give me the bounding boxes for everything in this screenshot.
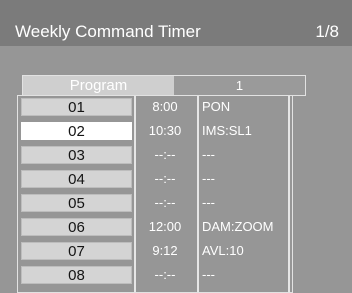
timer-row[interactable]: 04 --:-- ---: [18, 168, 292, 191]
timer-time-cell[interactable]: --:--: [138, 266, 192, 284]
timer-command-cell[interactable]: DAM:ZOOM: [202, 218, 290, 236]
program-label: Program: [23, 76, 174, 95]
timer-list: 01 8:00 PON 02 10:30 IMS:SL1 03 --:-- --…: [17, 95, 293, 293]
timer-time-cell[interactable]: --:--: [138, 170, 192, 188]
weekly-command-timer-screen: Weekly Command Timer 1/8 Program 1 01 8:…: [0, 0, 352, 293]
timer-command-cell[interactable]: ---: [202, 146, 290, 164]
timer-command-cell[interactable]: ---: [202, 170, 290, 188]
timer-number-cell[interactable]: 01: [21, 98, 132, 116]
program-selector[interactable]: Program 1: [22, 75, 306, 96]
program-value[interactable]: 1: [174, 76, 305, 95]
timer-time-cell[interactable]: 8:00: [138, 98, 192, 116]
screen-title: Weekly Command Timer: [15, 22, 201, 41]
timer-number-cell[interactable]: 06: [21, 218, 132, 236]
timer-time-cell[interactable]: --:--: [138, 146, 192, 164]
timer-command-cell[interactable]: ---: [202, 194, 290, 212]
timer-panel: Program 1 01 8:00 PON 02 10:30 IMS:SL1 0…: [0, 46, 352, 293]
timer-row[interactable]: 02 10:30 IMS:SL1: [18, 120, 292, 143]
timer-number-cell[interactable]: 08: [21, 266, 132, 284]
timer-number-cell[interactable]: 07: [21, 242, 132, 260]
timer-number-cell[interactable]: 04: [21, 170, 132, 188]
timer-row[interactable]: 07 9:12 AVL:10: [18, 240, 292, 263]
timer-row[interactable]: 05 --:-- ---: [18, 192, 292, 215]
timer-command-cell[interactable]: ---: [202, 266, 290, 284]
timer-command-cell[interactable]: AVL:10: [202, 242, 290, 260]
timer-number-cell[interactable]: 02: [21, 122, 132, 140]
timer-time-cell[interactable]: 9:12: [138, 242, 192, 260]
timer-row[interactable]: 03 --:-- ---: [18, 144, 292, 167]
timer-row[interactable]: 08 --:-- ---: [18, 264, 292, 287]
timer-time-cell[interactable]: --:--: [138, 194, 192, 212]
timer-command-cell[interactable]: IMS:SL1: [202, 122, 290, 140]
page-indicator: 1/8: [315, 22, 339, 41]
timer-time-cell[interactable]: 12:00: [138, 218, 192, 236]
timer-time-cell[interactable]: 10:30: [138, 122, 192, 140]
timer-row[interactable]: 01 8:00 PON: [18, 96, 292, 119]
timer-row[interactable]: 06 12:00 DAM:ZOOM: [18, 216, 292, 239]
title-bar: Weekly Command Timer 1/8: [0, 0, 352, 46]
timer-number-cell[interactable]: 03: [21, 146, 132, 164]
timer-number-cell[interactable]: 05: [21, 194, 132, 212]
timer-command-cell[interactable]: PON: [202, 98, 290, 116]
